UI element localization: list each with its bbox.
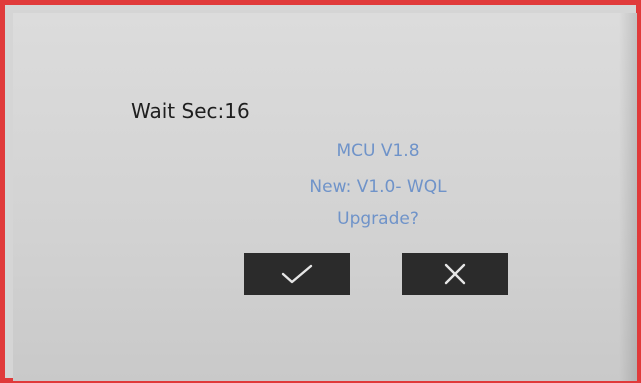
confirm-upgrade-button[interactable] [244, 253, 350, 295]
photo-frame: Wait Sec:16 MCU V1.8 New: V1.0- WQL Upgr… [0, 0, 641, 383]
upgrade-prompt: Upgrade? [337, 209, 419, 229]
new-firmware-version: New: V1.0- WQL [309, 177, 447, 197]
cancel-upgrade-button[interactable] [402, 253, 508, 295]
mcu-version: MCU V1.8 [336, 141, 420, 161]
check-icon [281, 264, 313, 284]
close-icon [444, 263, 466, 285]
monitor-screen: Wait Sec:16 MCU V1.8 New: V1.0- WQL Upgr… [13, 13, 637, 381]
wait-countdown: Wait Sec:16 [131, 99, 250, 123]
